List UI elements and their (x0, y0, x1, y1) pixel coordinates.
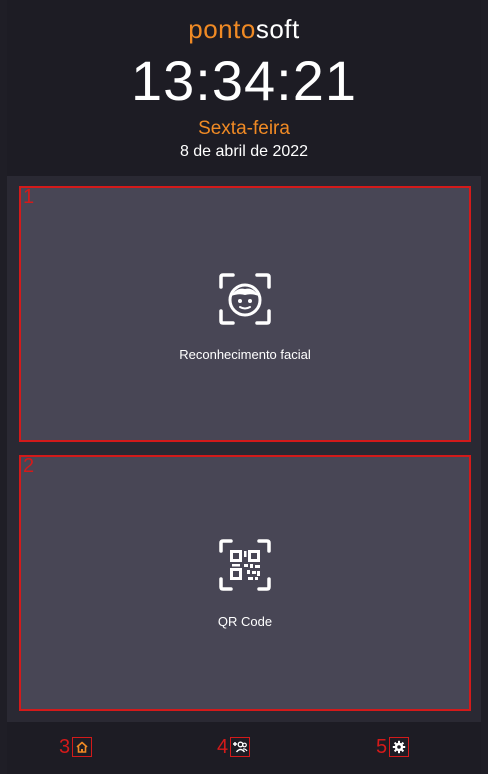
add-user-icon (230, 737, 251, 757)
weekday-label: Sexta-feira (198, 118, 290, 139)
header: pontosoft 13:34:21 Sexta-feira 8 de abri… (7, 0, 481, 176)
pontosoft-logo: pontosoft (7, 14, 481, 45)
annotation-number: 5 (376, 736, 388, 758)
annotation-number: 3 (59, 736, 71, 758)
add-user-button[interactable]: 4 (217, 736, 251, 758)
facial-recognition-button[interactable]: 1 Reconhecimento facial (19, 186, 471, 442)
bottom-nav: 3 4 5 (7, 722, 481, 774)
clock-time: 13:34:21 (131, 49, 357, 112)
home-icon (72, 737, 93, 757)
qr-code-label: QR Code (217, 614, 273, 629)
qr-code-icon (217, 537, 273, 598)
annotation-number: 2 (23, 455, 35, 477)
facial-recognition-label: Reconhecimento facial (179, 347, 311, 362)
date-label: 8 de abril de 2022 (179, 143, 309, 160)
gear-icon (389, 737, 410, 757)
logo-part1: ponto (188, 14, 256, 44)
logo-part2: soft (255, 14, 300, 44)
annotation-number: 1 (23, 186, 35, 208)
settings-button[interactable]: 5 (376, 736, 410, 758)
annotation-number: 4 (217, 736, 229, 758)
app-frame: pontosoft 13:34:21 Sexta-feira 8 de abri… (7, 0, 481, 774)
home-button[interactable]: 3 (59, 736, 93, 758)
face-recognition-icon (217, 271, 273, 332)
qr-code-button[interactable]: 2 QR Code (19, 455, 471, 711)
